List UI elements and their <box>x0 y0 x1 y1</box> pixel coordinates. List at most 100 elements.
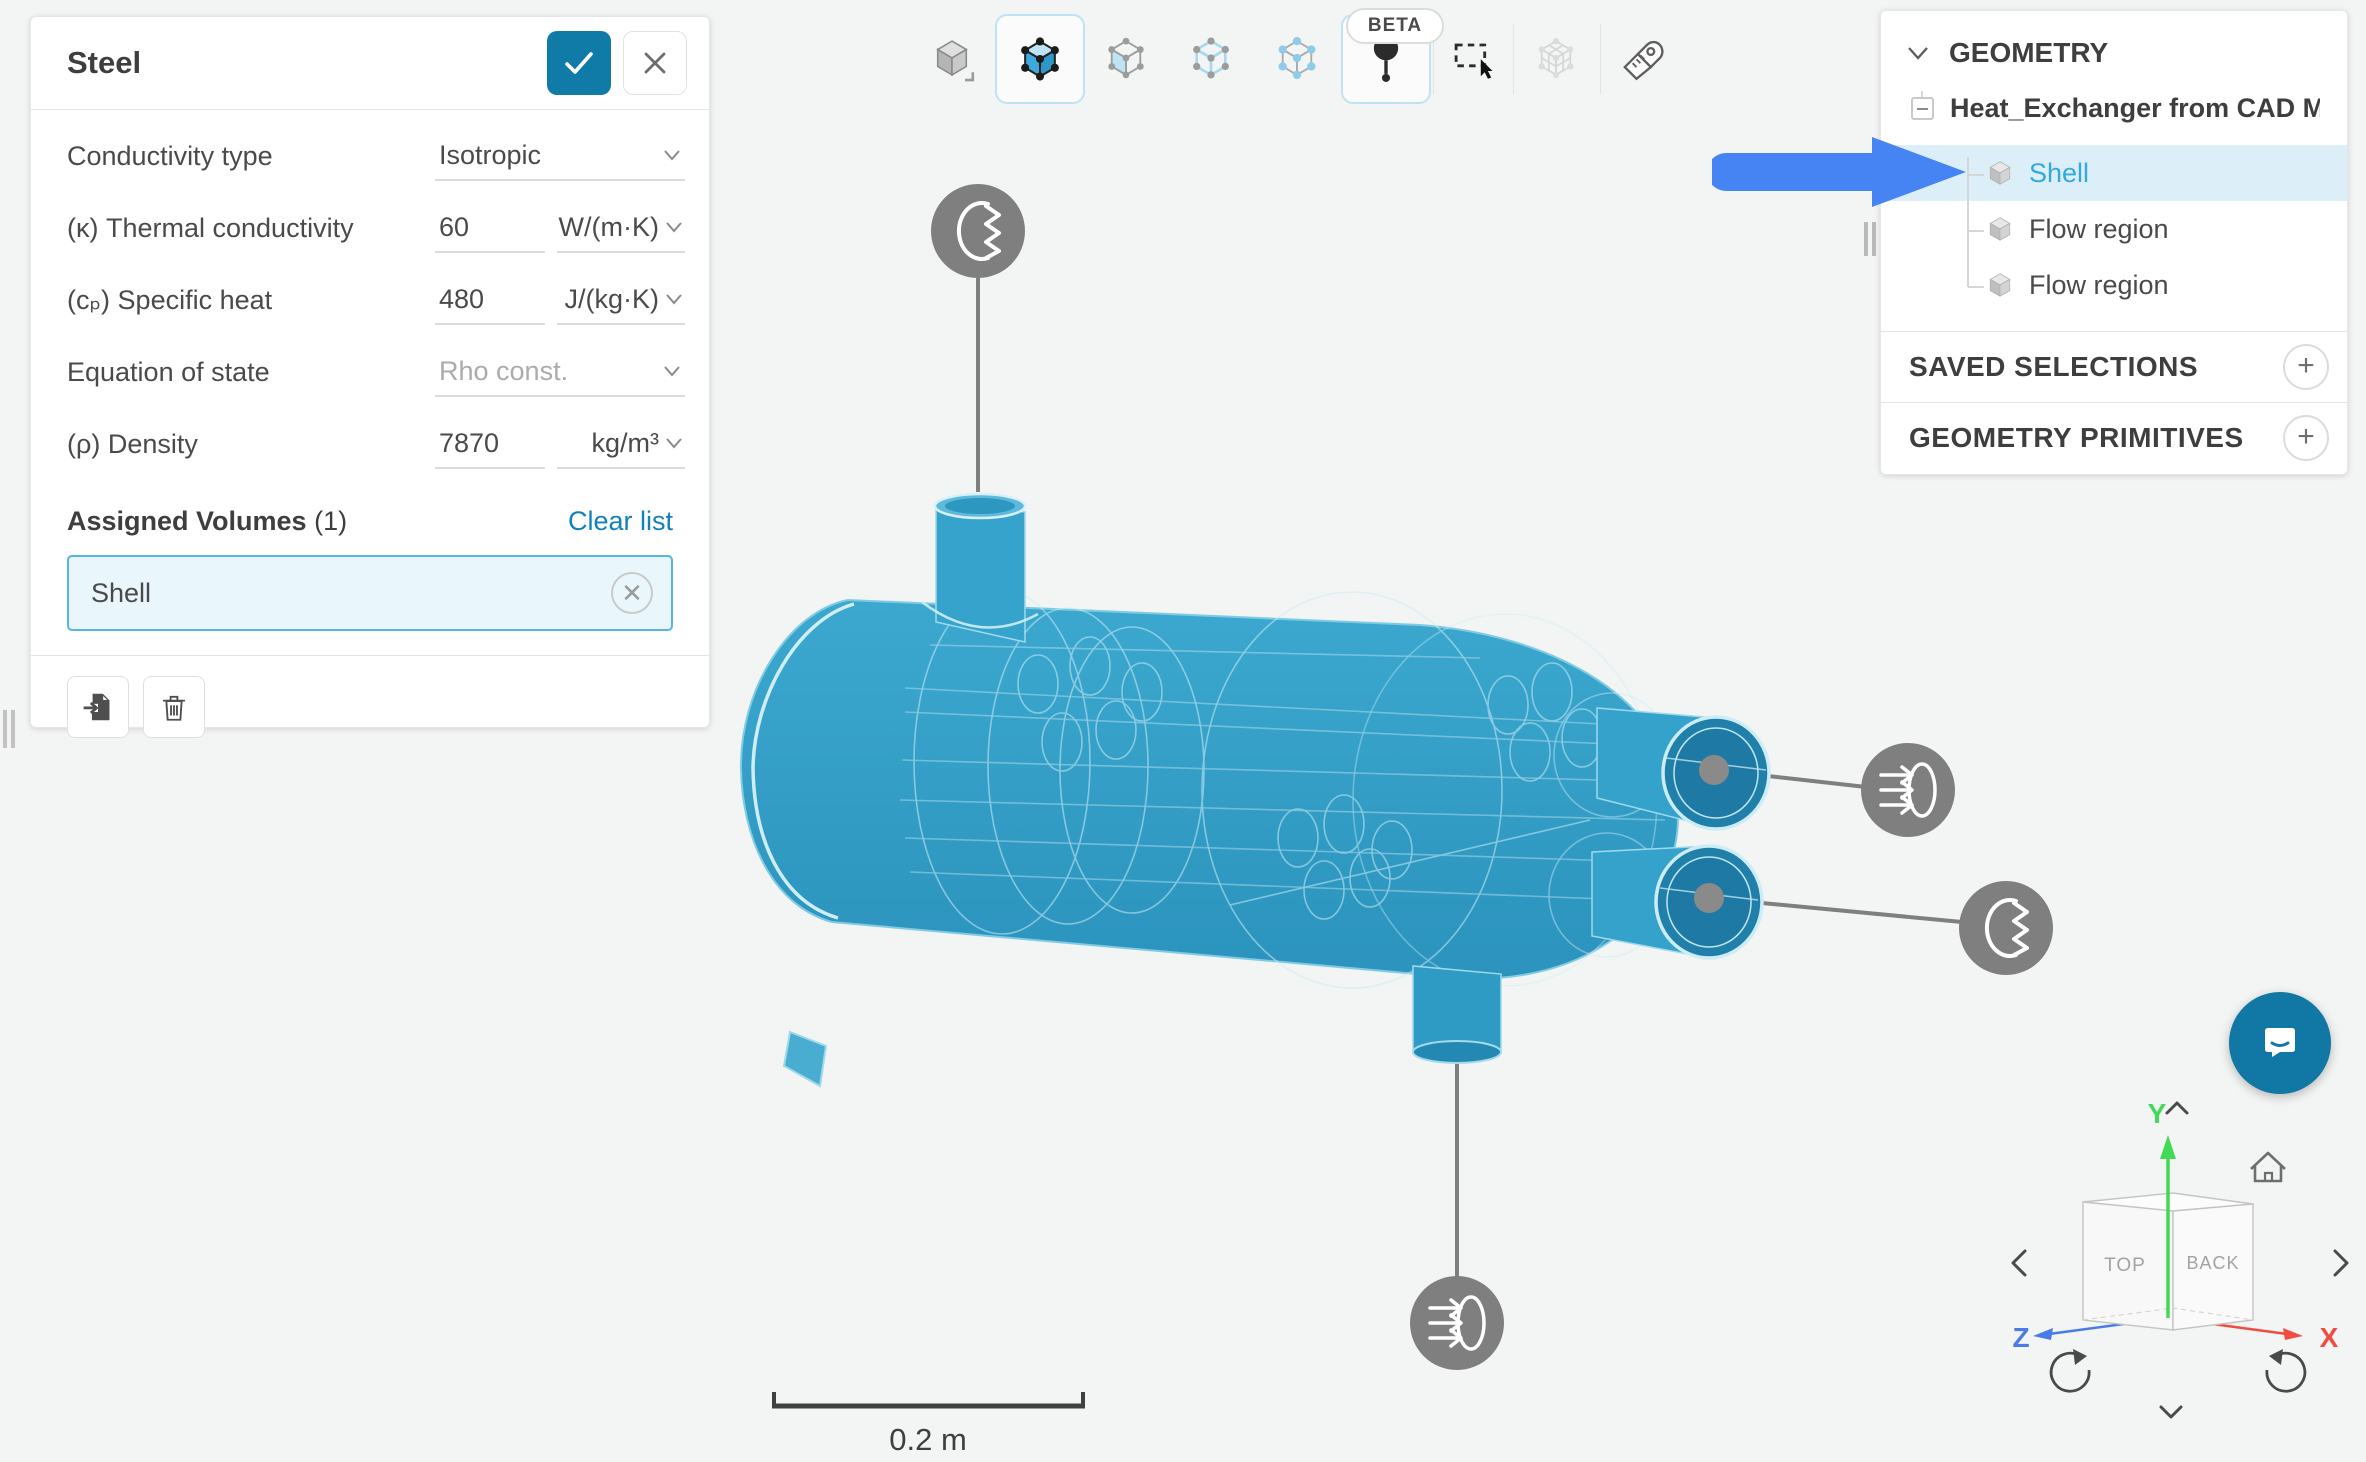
solid-cube-icon <box>1985 158 2015 188</box>
panel-resize-handle[interactable] <box>3 710 15 748</box>
tree-item-shell[interactable]: Shell <box>1881 145 2347 201</box>
collapse-node-icon[interactable] <box>1911 97 1934 120</box>
z-axis-arrow <box>2033 1328 2053 1340</box>
marker-outlet-top[interactable] <box>931 184 1025 278</box>
tree-item-flow-region-2[interactable]: Flow region <box>1881 257 2347 313</box>
field-density: (ρ) Density kg/m³ <box>31 408 709 480</box>
add-saved-selection-button[interactable]: + <box>2283 344 2329 390</box>
tree-item-label: Flow region <box>2029 270 2169 301</box>
chevron-down-icon <box>663 365 681 377</box>
select-value: Isotropic <box>439 140 541 171</box>
solid-cube-view-button[interactable] <box>924 26 980 90</box>
unit-value: kg/m³ <box>592 428 660 459</box>
chevron-down-icon <box>665 221 683 233</box>
chevron-down-icon <box>665 293 683 305</box>
measure-tool-button[interactable] <box>1615 26 1671 90</box>
specific-heat-unit-select[interactable]: J/(kg·K) <box>557 276 685 325</box>
density-input[interactable] <box>435 420 545 469</box>
assigned-volumes-title: Assigned Volumes (1) <box>67 506 568 537</box>
toolbar-separator <box>1600 24 1601 94</box>
y-axis-label: Y <box>2148 1098 2167 1129</box>
cube-top-label: TOP <box>2104 1255 2146 1276</box>
solid-cube-icon <box>926 32 978 84</box>
field-specific-heat: (cₚ) Specific heat J/(kg·K) <box>31 264 709 336</box>
assign-selection-button[interactable] <box>67 676 129 738</box>
saved-selections-section[interactable]: SAVED SELECTIONS + <box>1881 331 2347 402</box>
select-vertex-icon <box>1271 32 1323 84</box>
y-axis-arrow <box>2160 1135 2176 1159</box>
navigation-cube[interactable]: TOP BACK Y Z X <box>1985 1075 2366 1462</box>
geometry-header-label: GEOMETRY <box>1949 37 2108 69</box>
select-value: Rho const. <box>439 356 568 387</box>
cancel-button[interactable] <box>623 31 687 95</box>
select-volume-icon <box>1013 32 1067 86</box>
field-label: Conductivity type <box>67 141 435 172</box>
assigned-volumes-count: (1) <box>314 506 347 536</box>
select-edge-button[interactable] <box>1183 26 1239 90</box>
scale-bar: 0.2 m <box>772 1392 1085 1457</box>
thermal-conductivity-unit-select[interactable]: W/(m·K) <box>557 204 685 253</box>
tree-root-label: Heat_Exchanger from CAD Mo... <box>1950 93 2320 124</box>
rotate-left-chevron[interactable] <box>2013 1251 2025 1275</box>
clear-list-link[interactable]: Clear list <box>568 506 673 537</box>
unit-value: W/(m·K) <box>559 212 659 243</box>
thermal-conductivity-input[interactable] <box>435 204 545 253</box>
model-top-nozzle[interactable] <box>922 494 1038 642</box>
model-bottom-nozzle[interactable] <box>1413 966 1501 1063</box>
add-geometry-primitive-button[interactable]: + <box>2283 415 2329 461</box>
assigned-volume-chip[interactable]: Shell ✕ <box>67 555 673 631</box>
select-face-button[interactable] <box>1098 26 1154 90</box>
geometry-primitives-section[interactable]: GEOMETRY PRIMITIVES + <box>1881 402 2347 473</box>
x-axis-label: X <box>2320 1322 2339 1353</box>
model-left-stub <box>784 1032 826 1086</box>
roll-ccw-button[interactable] <box>2051 1353 2089 1391</box>
field-label: (κ) Thermal conductivity <box>67 213 435 244</box>
model-lower-port[interactable] <box>1592 846 1762 958</box>
scale-bar-label: 0.2 m <box>889 1422 967 1457</box>
rotate-up-chevron[interactable] <box>2167 1103 2187 1113</box>
chevron-down-icon <box>1907 46 1929 60</box>
close-icon <box>643 51 667 75</box>
density-unit-select[interactable]: kg/m³ <box>557 420 685 469</box>
material-panel: Steel Conductivity type Isotropic <box>30 16 710 728</box>
marker-inlet-bottom[interactable] <box>1410 1276 1504 1370</box>
material-panel-header: Steel <box>31 17 709 109</box>
field-label: (cₚ) Specific heat <box>67 285 435 316</box>
saved-selections-label: SAVED SELECTIONS <box>1909 351 2283 383</box>
tree-item-flow-region-1[interactable]: Flow region <box>1881 201 2347 257</box>
model-shell-body[interactable] <box>741 600 1678 978</box>
assigned-volumes-header: Assigned Volumes (1) Clear list <box>31 480 709 549</box>
rotate-right-chevron[interactable] <box>2335 1251 2347 1275</box>
geometry-panel: GEOMETRY Heat_Exchanger from CAD Mo... S… <box>1880 10 2348 475</box>
home-view-button[interactable] <box>2251 1153 2285 1181</box>
equation-of-state-select[interactable]: Rho const. <box>435 348 685 397</box>
heat-exchanger-model[interactable] <box>741 494 1769 1086</box>
remove-chip-button[interactable]: ✕ <box>611 572 653 614</box>
field-label: (ρ) Density <box>67 429 435 460</box>
tree-item-label: Flow region <box>2029 214 2169 245</box>
box-select-icon <box>1447 32 1499 84</box>
conductivity-type-select[interactable]: Isotropic <box>435 132 685 181</box>
roll-cw-button[interactable] <box>2267 1353 2305 1391</box>
select-vertex-button[interactable] <box>1269 26 1325 90</box>
beta-badge: BETA <box>1346 8 1444 44</box>
delete-button[interactable] <box>143 676 205 738</box>
support-chat-button[interactable] <box>2229 992 2331 1094</box>
panel-resize-handle[interactable] <box>1864 222 1876 256</box>
box-select-button[interactable] <box>1445 26 1501 90</box>
marker-outlet-right-lower[interactable] <box>1959 881 2053 975</box>
select-edge-icon <box>1185 32 1237 84</box>
mesh-display-button[interactable] <box>1528 26 1584 90</box>
select-face-icon <box>1100 32 1152 84</box>
apply-button[interactable] <box>547 31 611 95</box>
anchor-dot <box>1694 883 1724 913</box>
specific-heat-input[interactable] <box>435 276 545 325</box>
select-volume-button[interactable] <box>995 14 1085 104</box>
tree-root-row[interactable]: Heat_Exchanger from CAD Mo... <box>1881 85 2347 131</box>
geometry-section-header[interactable]: GEOMETRY <box>1881 11 2347 85</box>
material-panel-footer <box>31 655 709 758</box>
rotate-down-chevron[interactable] <box>2161 1407 2181 1417</box>
simulation-workbench: 0.2 m <box>0 0 2366 1462</box>
marker-inlet-right-upper[interactable] <box>1861 743 1955 837</box>
geometry-primitives-label: GEOMETRY PRIMITIVES <box>1909 422 2283 454</box>
